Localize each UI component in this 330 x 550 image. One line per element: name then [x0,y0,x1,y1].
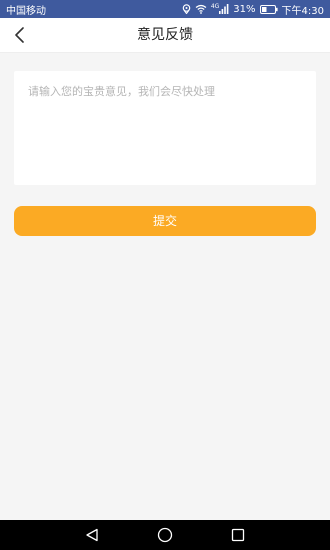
square-recent-icon [231,528,245,542]
battery-icon [259,4,278,14]
feedback-box [14,71,316,185]
back-button[interactable] [8,24,30,46]
system-nav-bar [0,520,330,550]
status-bar: 中国移动 4G 31% 下午4:30 [0,0,330,18]
signal-icon: 4G [211,4,229,14]
feedback-input[interactable] [14,71,316,185]
nav-recent-button[interactable] [218,520,258,550]
app-header: 意见反馈 [0,18,330,53]
feedback-screen: 中国移动 4G 31% 下午4:30 意见反馈 请输入您的宝贵意见，我们会尽快处… [0,0,330,550]
wifi-icon [195,4,207,14]
location-icon [182,4,191,14]
network-badge: 4G [210,3,220,10]
battery-percent: 31% [233,3,256,15]
carrier-label: 中国移动 [6,5,46,17]
clock: 下午4:30 [281,5,324,17]
page-title: 意见反馈 [137,27,193,43]
nav-back-button[interactable] [72,520,112,550]
nav-home-button[interactable] [145,520,185,550]
triangle-back-icon [86,528,98,542]
status-icons: 4G 31% 下午4:30 [182,2,324,17]
chevron-left-icon [15,27,24,43]
submit-button[interactable]: 提交 [14,206,316,236]
circle-home-icon [157,527,173,543]
